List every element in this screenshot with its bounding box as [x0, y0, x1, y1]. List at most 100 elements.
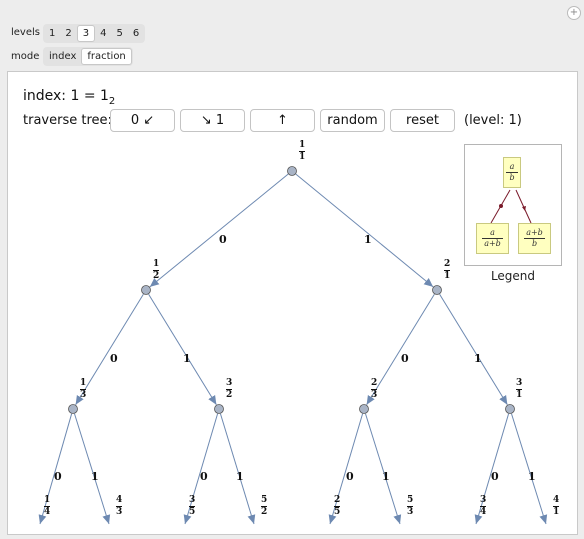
- node-fraction: 13: [80, 378, 87, 400]
- fraction-numerator: 2: [371, 378, 378, 388]
- tree-node[interactable]: [432, 285, 442, 295]
- node-fraction: 43: [116, 495, 123, 517]
- node-fraction: 35: [189, 495, 196, 517]
- edge-label: 0: [401, 352, 409, 365]
- fraction-denominator: 1: [516, 390, 523, 400]
- legend-left-denominator: a+b: [484, 239, 501, 248]
- edge-label: 0: [491, 470, 499, 483]
- node-fraction: 12: [153, 259, 160, 281]
- fraction-numerator: 3: [480, 495, 487, 505]
- fraction-numerator: 3: [226, 378, 233, 388]
- fraction-denominator: 2: [261, 507, 268, 517]
- fraction-denominator: 2: [153, 271, 160, 281]
- fraction-numerator: 5: [407, 495, 414, 505]
- fraction-numerator: 1: [80, 378, 87, 388]
- node-fraction: 14: [44, 495, 51, 517]
- fraction-denominator: 1: [444, 271, 451, 281]
- expand-plus-icon[interactable]: +: [567, 6, 581, 20]
- edge-label: 0: [110, 352, 118, 365]
- tree-node[interactable]: [359, 404, 369, 414]
- levels-option[interactable]: 6: [128, 25, 144, 42]
- tree-edge: [439, 294, 508, 405]
- output-panel: index: 1 = 12 traverse tree: 0 ↙ ↘ 1 ↑ r…: [7, 71, 578, 535]
- edge-label: 1: [364, 233, 372, 246]
- node-fraction: 32: [226, 378, 233, 400]
- tree-node[interactable]: [68, 404, 78, 414]
- node-fraction: 23: [371, 378, 378, 400]
- node-fraction: 21: [444, 259, 451, 281]
- fraction-numerator: 3: [189, 495, 196, 505]
- legend-right-fraction: a+b b: [518, 223, 551, 254]
- fraction-denominator: 5: [334, 507, 341, 517]
- edge-label: 0: [219, 233, 227, 246]
- fraction-denominator: 2: [226, 390, 233, 400]
- node-fraction: 31: [516, 378, 523, 400]
- edge-label: 1: [474, 352, 482, 365]
- node-fraction: 41: [553, 495, 560, 517]
- node-fraction: 52: [261, 495, 268, 517]
- tree-edge: [74, 413, 111, 525]
- node-fraction: 11: [299, 140, 306, 162]
- levels-option[interactable]: 2: [60, 25, 76, 42]
- edge-label: 0: [54, 470, 62, 483]
- mode-option[interactable]: index: [44, 48, 81, 65]
- tree-edge: [148, 294, 217, 405]
- fraction-numerator: 4: [553, 495, 560, 505]
- fraction-denominator: 1: [553, 507, 560, 517]
- fraction-denominator: 3: [116, 507, 123, 517]
- levels-label: levels: [11, 27, 40, 38]
- levels-option[interactable]: 1: [44, 25, 60, 42]
- fraction-denominator: 5: [189, 507, 196, 517]
- legend-parent-denominator: b: [509, 173, 515, 182]
- edge-label: 0: [346, 470, 354, 483]
- legend-box: ab a a+b a+b b: [464, 144, 562, 266]
- tree-edge: [365, 413, 402, 525]
- legend-right-numerator: a+b: [526, 228, 543, 237]
- tree-edge: [295, 173, 434, 288]
- mode-selector: index fraction: [43, 47, 133, 66]
- mode-option[interactable]: fraction: [81, 48, 132, 65]
- edge-label: 1: [91, 470, 99, 483]
- node-fraction: 34: [480, 495, 487, 517]
- levels-option[interactable]: 5: [112, 25, 128, 42]
- fraction-denominator: 4: [44, 507, 51, 517]
- mode-label: mode: [11, 51, 40, 62]
- levels-option[interactable]: 3: [76, 25, 96, 42]
- tree-node[interactable]: [141, 285, 151, 295]
- fraction-numerator: 5: [261, 495, 268, 505]
- fraction-denominator: 3: [371, 390, 378, 400]
- legend-right-denominator: b: [531, 239, 538, 248]
- edge-label: 1: [382, 470, 390, 483]
- fraction-numerator: 2: [334, 495, 341, 505]
- legend-parent-fraction: ab: [503, 157, 521, 188]
- tree-node[interactable]: [505, 404, 515, 414]
- tree-node[interactable]: [287, 166, 297, 176]
- fraction-numerator: 3: [516, 378, 523, 388]
- fraction-denominator: 1: [299, 152, 306, 162]
- fraction-numerator: 1: [153, 259, 160, 269]
- edge-label: 1: [183, 352, 191, 365]
- tree-edge: [219, 413, 256, 525]
- edge-label: 0: [200, 470, 208, 483]
- legend-left-fraction: a a+b: [476, 223, 509, 254]
- tree-node[interactable]: [214, 404, 224, 414]
- fraction-numerator: 1: [44, 495, 51, 505]
- node-fraction: 25: [334, 495, 341, 517]
- levels-option[interactable]: 4: [95, 25, 111, 42]
- fraction-denominator: 4: [480, 507, 487, 517]
- legend-edge-dot: [499, 204, 503, 208]
- fraction-numerator: 4: [116, 495, 123, 505]
- legend-caption: Legend: [490, 269, 536, 283]
- tree-edge: [511, 413, 548, 525]
- legend-parent-numerator: a: [509, 162, 515, 171]
- fraction-numerator: 2: [444, 259, 451, 269]
- node-fraction: 53: [407, 495, 414, 517]
- stern-brocot-tree: [38, 166, 548, 525]
- fraction-numerator: 1: [299, 140, 306, 150]
- tree-edge: [149, 173, 289, 288]
- fraction-denominator: 3: [80, 390, 87, 400]
- levels-selector: 123456: [43, 24, 146, 43]
- edge-label: 1: [236, 470, 244, 483]
- fraction-denominator: 3: [407, 507, 414, 517]
- legend-left-numerator: a: [490, 228, 495, 237]
